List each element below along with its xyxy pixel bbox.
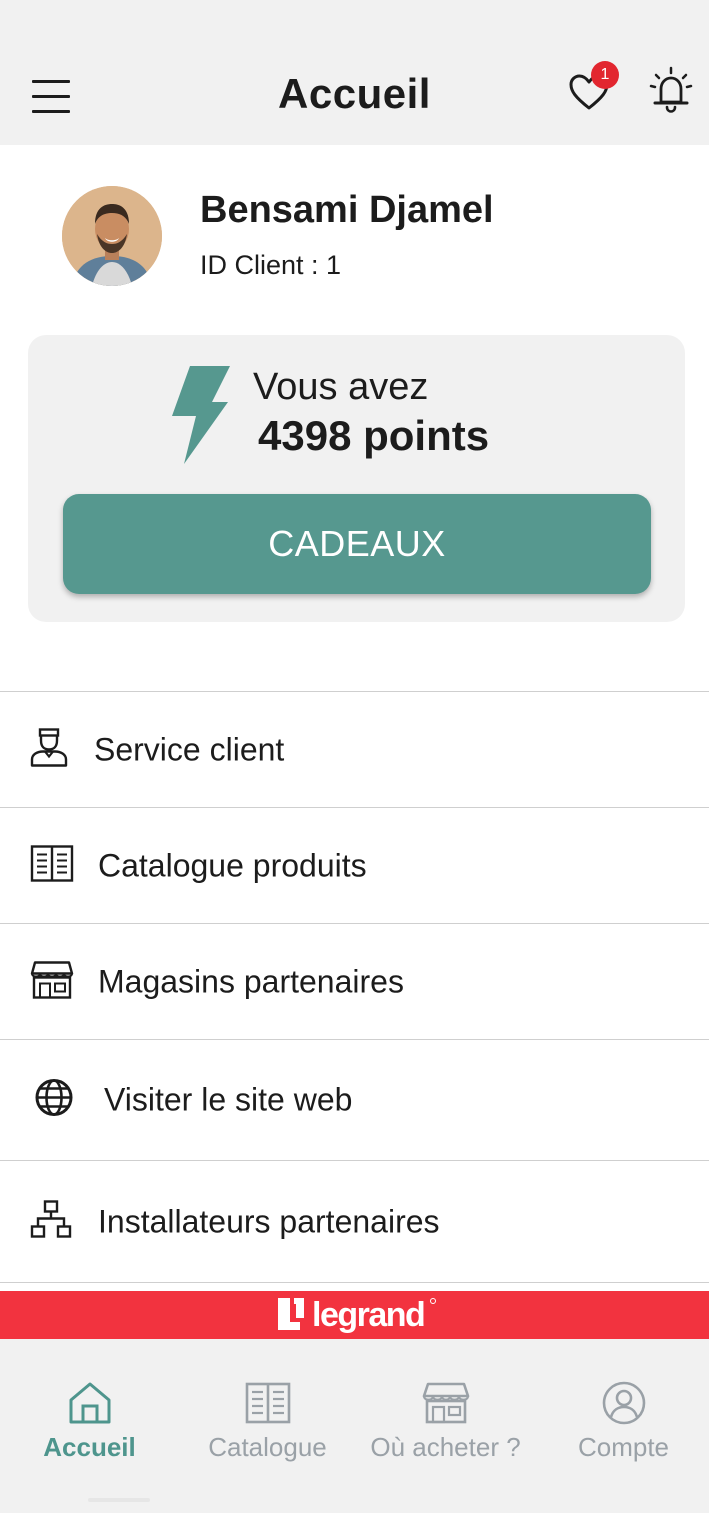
menu-item-label: Catalogue produits xyxy=(98,847,367,883)
svg-text:legrand: legrand xyxy=(312,1296,424,1334)
home-icon xyxy=(69,1382,110,1424)
nav-label: Accueil xyxy=(43,1432,136,1462)
nav-tab-ou-acheter[interactable]: Où acheter ? xyxy=(357,1380,534,1475)
menu-item-service-client[interactable]: Service client xyxy=(0,691,709,807)
nav-label: Catalogue xyxy=(208,1432,327,1462)
menu-item-catalogue-produits[interactable]: Catalogue produits xyxy=(0,807,709,923)
menu-item-label: Magasins partenaires xyxy=(98,963,404,999)
menu-item-visiter-site-web[interactable]: Visiter le site web xyxy=(0,1039,709,1160)
menu-item-magasins-partenaires[interactable]: Magasins partenaires xyxy=(0,923,709,1039)
network-hierarchy-icon xyxy=(30,1199,72,1244)
nav-tab-accueil[interactable]: Accueil xyxy=(1,1380,178,1475)
storefront-icon xyxy=(422,1382,469,1424)
nav-tab-compte[interactable]: Compte xyxy=(535,1380,709,1475)
favorites-badge: 1 xyxy=(591,61,619,89)
menu-list: Service client Catalogue produits Magasi… xyxy=(0,691,709,1290)
menu-item-label: Installateurs partenaires xyxy=(98,1203,440,1239)
lightning-bolt-icon xyxy=(170,366,232,464)
points-value: 4398 points xyxy=(258,412,490,459)
user-circle-icon xyxy=(602,1381,645,1425)
nav-label: Compte xyxy=(577,1432,670,1462)
bell-icon[interactable] xyxy=(648,66,694,114)
legrand-logo: legrand xyxy=(276,1294,438,1336)
divider xyxy=(0,1282,709,1290)
customer-service-agent-icon xyxy=(30,727,68,772)
menu-item-label: Service client xyxy=(94,731,285,767)
gifts-button[interactable]: CADEAUX xyxy=(63,494,651,594)
open-book-icon xyxy=(30,843,74,888)
nav-tab-catalogue[interactable]: Catalogue xyxy=(179,1380,356,1475)
storefront-icon xyxy=(30,959,74,1004)
globe-icon xyxy=(34,1078,74,1123)
points-label: Vous avez xyxy=(253,366,429,408)
home-indicator xyxy=(88,1498,150,1502)
client-id: ID Client : 1 xyxy=(200,250,342,280)
menu-item-label: Visiter le site web xyxy=(104,1081,353,1118)
menu-item-installateurs-partenaires[interactable]: Installateurs partenaires xyxy=(0,1160,709,1282)
user-name: Bensami Djamel xyxy=(200,189,494,231)
app-header: Accueil 1 xyxy=(0,0,709,145)
avatar[interactable] xyxy=(62,186,162,286)
nav-label: Où acheter ? xyxy=(370,1432,521,1462)
open-book-icon xyxy=(245,1382,290,1424)
